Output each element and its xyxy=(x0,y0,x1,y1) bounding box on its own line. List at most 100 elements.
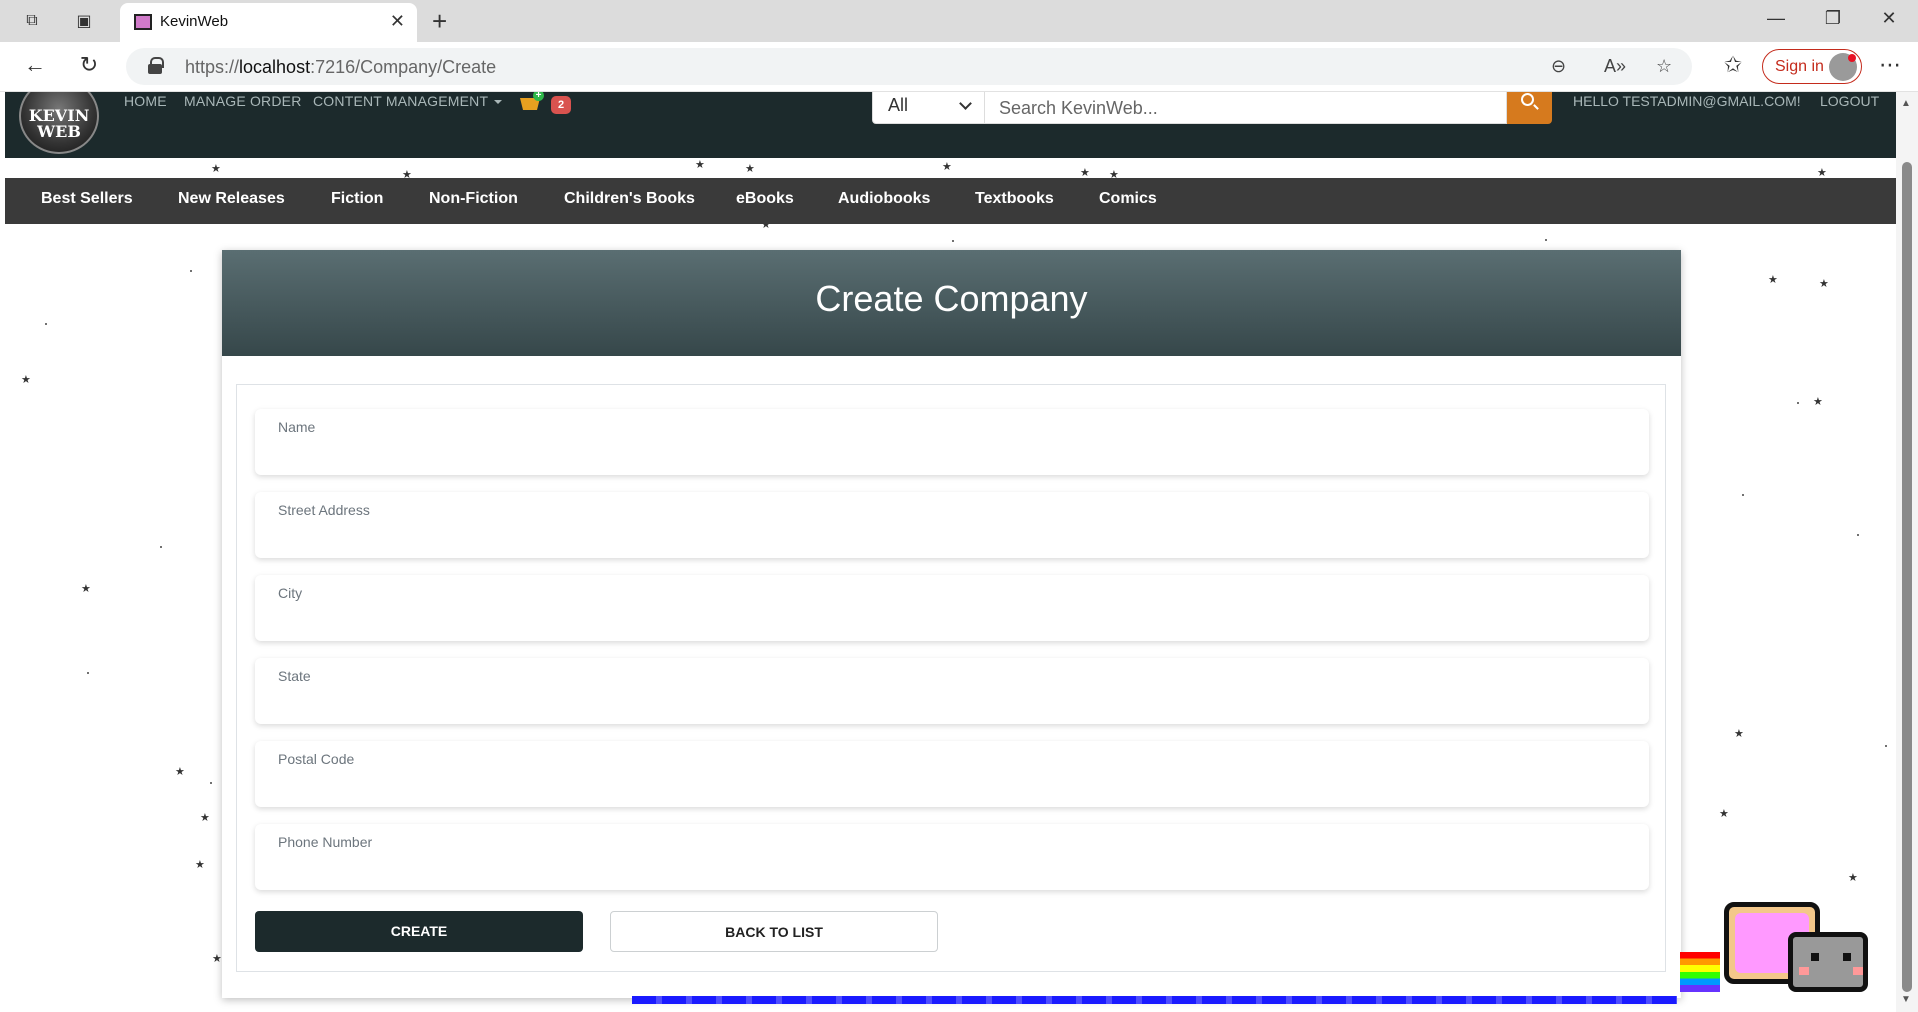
refresh-icon[interactable]: ↻ xyxy=(74,52,104,78)
category-comics[interactable]: Comics xyxy=(1099,190,1157,208)
restore-icon[interactable]: ❐ xyxy=(1818,8,1848,29)
category-audiobooks[interactable]: Audiobooks xyxy=(838,190,930,208)
caret-down-icon xyxy=(494,100,503,105)
star-dot xyxy=(45,323,47,325)
postal-code-label: Postal Code xyxy=(278,751,355,767)
star-decoration: ★ xyxy=(195,859,205,871)
more-icon[interactable]: ⋯ xyxy=(1875,52,1905,78)
star-dot xyxy=(1857,534,1859,536)
state-input[interactable] xyxy=(277,688,1627,716)
star-dot xyxy=(160,546,162,548)
star-decoration: ★ xyxy=(175,766,185,778)
phone-number-label: Phone Number xyxy=(278,834,373,850)
star-dot xyxy=(1742,494,1744,496)
star-decoration: ★ xyxy=(1813,396,1823,408)
nav-content-management[interactable]: CONTENT MANAGEMENT xyxy=(313,93,503,109)
page-viewport: ★ ★ ★ ★ ★ ★ ★ ★ ★ ★ ★ ★ ★ ★ ★ ★ ★ ★ ★ ★ … xyxy=(5,92,1896,1012)
logo-text: KEVIN WEB xyxy=(28,106,90,141)
star-decoration: ★ xyxy=(1719,808,1729,820)
star-dot xyxy=(1885,745,1887,747)
sign-in-button[interactable]: Sign in xyxy=(1762,49,1862,84)
cart-count-badge: 2 xyxy=(551,96,571,114)
category-fiction[interactable]: Fiction xyxy=(331,190,383,208)
minimize-icon[interactable]: — xyxy=(1761,8,1791,29)
lock-icon xyxy=(148,57,164,74)
back-to-list-button[interactable]: BACK TO LIST xyxy=(610,911,938,952)
favorite-star-icon[interactable]: ☆ xyxy=(1656,56,1672,77)
nav-content-management-label: CONTENT MANAGEMENT xyxy=(313,93,489,109)
page-scrollbar[interactable]: ▲ ▼ xyxy=(1896,92,1918,1012)
url-text[interactable]: https://localhost:7216/Company/Create xyxy=(185,57,496,78)
city-label: City xyxy=(278,585,303,601)
page-title: Create Company xyxy=(815,278,1088,319)
browser-tab[interactable]: KevinWeb ✕ xyxy=(120,3,417,42)
category-textbooks[interactable]: Textbooks xyxy=(975,190,1054,208)
star-dot xyxy=(1797,402,1799,404)
star-decoration: ★ xyxy=(200,812,210,824)
star-decoration: ★ xyxy=(21,374,31,386)
tab-title: KevinWeb xyxy=(160,13,229,30)
tab-actions-icon[interactable]: ▣ xyxy=(70,9,98,33)
read-aloud-icon[interactable]: A» xyxy=(1604,56,1626,77)
browser-toolbar: ← ↻ https://localhost:7216/Company/Creat… xyxy=(0,42,1918,92)
category-ebooks[interactable]: eBooks xyxy=(736,190,794,208)
nav-home[interactable]: HOME xyxy=(124,93,167,109)
site-logo[interactable]: KEVIN WEB xyxy=(19,92,99,154)
street-address-input[interactable] xyxy=(277,522,1627,550)
favorites-icon[interactable]: ✩ xyxy=(1718,52,1748,78)
star-decoration: ★ xyxy=(745,163,755,175)
star-dot xyxy=(210,782,212,784)
nyan-cat-image xyxy=(1680,882,1880,1002)
logout-link[interactable]: LOGOUT xyxy=(1820,93,1879,109)
category-best-sellers[interactable]: Best Sellers xyxy=(41,190,133,208)
category-childrens-books[interactable]: Children's Books xyxy=(564,190,695,208)
create-button[interactable]: CREATE xyxy=(255,911,583,952)
category-non-fiction[interactable]: Non-Fiction xyxy=(429,190,518,208)
user-greeting[interactable]: HELLO TESTADMIN@GMAIL.COM! xyxy=(1573,93,1801,109)
nav-manage-order[interactable]: MANAGE ORDER xyxy=(184,93,302,109)
close-window-icon[interactable]: ✕ xyxy=(1874,8,1904,29)
postal-code-input[interactable] xyxy=(277,771,1627,799)
phone-number-input[interactable] xyxy=(277,854,1627,882)
category-bar: Best Sellers New Releases Fiction Non-Fi… xyxy=(5,178,1896,224)
state-field[interactable]: State xyxy=(255,658,1649,724)
state-label: State xyxy=(278,668,311,684)
new-tab-icon[interactable]: + xyxy=(432,6,447,37)
close-tab-icon[interactable]: ✕ xyxy=(390,11,405,32)
name-input[interactable] xyxy=(277,439,1627,467)
top-navbar: KEVIN WEB HOME MANAGE ORDER CONTENT MANA… xyxy=(5,92,1896,158)
star-dot xyxy=(952,240,954,242)
create-company-card: Create Company Name Street Address City … xyxy=(222,250,1681,998)
category-new-releases[interactable]: New Releases xyxy=(178,190,285,208)
search-input[interactable] xyxy=(985,92,1507,124)
star-decoration: ★ xyxy=(211,163,221,175)
zoom-icon[interactable]: ⊖ xyxy=(1551,56,1566,77)
street-address-field[interactable]: Street Address xyxy=(255,492,1649,558)
street-address-label: Street Address xyxy=(278,502,370,518)
star-decoration: ★ xyxy=(942,161,952,173)
star-dot xyxy=(190,270,192,272)
star-decoration: ★ xyxy=(1819,278,1829,290)
star-dot xyxy=(1545,239,1547,241)
city-field[interactable]: City xyxy=(255,575,1649,641)
phone-number-field[interactable]: Phone Number xyxy=(255,824,1649,890)
name-field[interactable]: Name xyxy=(255,409,1649,475)
sign-in-label: Sign in xyxy=(1775,58,1824,75)
postal-code-field[interactable]: Postal Code xyxy=(255,741,1649,807)
city-input[interactable] xyxy=(277,605,1627,633)
back-icon[interactable]: ← xyxy=(20,52,50,78)
company-form: Name Street Address City State Postal Co… xyxy=(236,384,1666,972)
chevron-down-icon xyxy=(959,97,972,110)
address-bar[interactable]: https://localhost:7216/Company/Create ⊖ … xyxy=(126,48,1692,85)
workspaces-icon[interactable]: ⧉ xyxy=(18,9,46,33)
cart-icon[interactable]: + xyxy=(520,92,546,116)
scroll-down-icon[interactable]: ▼ xyxy=(1901,994,1911,1005)
search-button[interactable] xyxy=(1507,92,1552,124)
scroll-thumb[interactable] xyxy=(1902,162,1912,992)
search-category-select[interactable]: All xyxy=(872,92,985,124)
star-decoration: ★ xyxy=(81,583,91,595)
star-decoration: ★ xyxy=(1768,274,1778,286)
star-decoration: ★ xyxy=(212,953,222,965)
scroll-up-icon[interactable]: ▲ xyxy=(1901,98,1911,109)
avatar xyxy=(1829,53,1857,81)
